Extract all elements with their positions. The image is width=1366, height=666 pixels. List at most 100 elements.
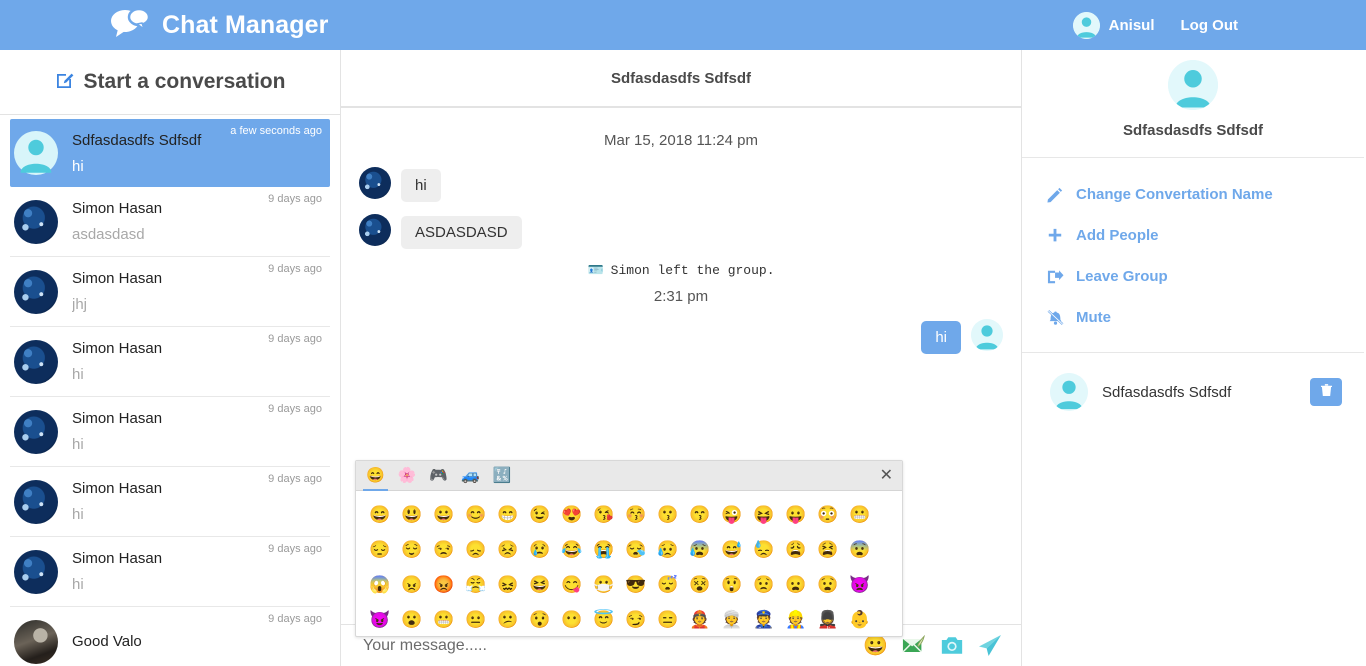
emoji-button[interactable]: 😚 [620, 497, 652, 532]
emoji-button[interactable]: 😁 [492, 497, 524, 532]
conversation-list-item[interactable]: Simon Hasanjhj9 days ago [10, 257, 330, 327]
emoji-button[interactable]: 😖 [492, 567, 524, 602]
nature-tab[interactable]: 🌸 [398, 468, 417, 483]
start-conversation-button[interactable]: Start a conversation [0, 50, 340, 115]
emoji-button[interactable]: 😀 [428, 497, 460, 532]
conversation-list-item[interactable]: Sdfasdasdfs Sdfsdfhia few seconds ago [10, 119, 330, 187]
emoji-button[interactable]: 👿 [844, 567, 876, 602]
attach-note-icon[interactable] [902, 635, 926, 656]
conversation-list[interactable]: Sdfasdasdfs Sdfsdfhia few seconds agoSim… [0, 115, 340, 666]
delete-member-button[interactable] [1310, 378, 1342, 406]
emoji-button[interactable]: 😯 [524, 602, 556, 636]
emoji-button[interactable]: 😥 [652, 532, 684, 567]
emoji-button[interactable]: 😙 [684, 497, 716, 532]
conversation-list-item[interactable]: Simon Hasanhi9 days ago [10, 327, 330, 397]
emoji-button[interactable]: 😣 [492, 532, 524, 567]
emoji-button[interactable]: 😴 [652, 567, 684, 602]
user-menu[interactable]: Anisul [1073, 12, 1155, 39]
emoji-button[interactable]: 😭 [588, 532, 620, 567]
emoji-button[interactable]: 😄 [364, 497, 396, 532]
emoji-button[interactable]: 💂 [812, 602, 844, 636]
emoji-button[interactable]: 😝 [748, 497, 780, 532]
emoji-button[interactable]: 😏 [620, 602, 652, 636]
emoji-button[interactable]: 👮 [748, 602, 780, 636]
emoji-button[interactable]: 😉 [524, 497, 556, 532]
emoji-button[interactable]: 😋 [556, 567, 588, 602]
emoji-button[interactable]: 😓 [748, 532, 780, 567]
emoji-category-tabs[interactable]: 😄 🌸 🎮 🚙 🔣 ✕ [356, 461, 902, 491]
emoji-button[interactable]: 😞 [460, 532, 492, 567]
emoji-button[interactable]: 😱 [364, 567, 396, 602]
leave-group-button[interactable]: Leave Group [1022, 256, 1364, 297]
conversation-body: Good Valo [72, 633, 324, 650]
travel-tab[interactable]: 🚙 [461, 468, 480, 483]
emoji-button[interactable]: 😡 [428, 567, 460, 602]
camera-icon[interactable] [940, 635, 964, 656]
emoji-button[interactable]: 😒 [428, 532, 460, 567]
symbols-tab[interactable]: 🔣 [493, 468, 512, 483]
emoji-button[interactable]: 😊 [460, 497, 492, 532]
emoji-button[interactable]: 😂 [556, 532, 588, 567]
mute-button[interactable]: Mute [1022, 297, 1364, 338]
change-conversation-name-button[interactable]: Change Convertation Name [1022, 174, 1364, 215]
emoji-button[interactable]: 😆 [524, 567, 556, 602]
logout-button[interactable]: Log Out [1181, 17, 1238, 34]
smileys-tab[interactable]: 😄 [366, 468, 385, 483]
emoji-button[interactable]: 😘 [588, 497, 620, 532]
emoji-button[interactable]: 😕 [492, 602, 524, 636]
emoji-picker[interactable]: 😄🌸🎮🚙🔣✕ 😄😃😀😊😁😉😍😘😚😗😙😜😝😛😳😬😔😌😒😞😣😢😂😭😪😥😰😅😓😩😫😨😱… [355, 460, 903, 637]
emoji-button[interactable]: 😦 [780, 567, 812, 602]
close-icon[interactable]: ✕ [880, 468, 893, 484]
emoji-button[interactable]: 😎 [620, 567, 652, 602]
emoji-button[interactable]: 👶 [844, 602, 876, 636]
emoji-button[interactable]: 😰 [684, 532, 716, 567]
emoji-grid[interactable]: 😄😃😀😊😁😉😍😘😚😗😙😜😝😛😳😬😔😌😒😞😣😢😂😭😪😥😰😅😓😩😫😨😱😠😡😤😖😆😋😷… [356, 491, 902, 636]
emoji-button[interactable]: 😬 [844, 497, 876, 532]
emoji-button[interactable]: 😗 [652, 497, 684, 532]
emoji-button[interactable]: 😛 [780, 497, 812, 532]
emoji-button[interactable]: 😢 [524, 532, 556, 567]
emoji-button[interactable]: 😷 [588, 567, 620, 602]
emoji-button[interactable]: 😟 [748, 567, 780, 602]
emoji-button[interactable]: 😩 [780, 532, 812, 567]
message-row-outgoing: hi [359, 319, 1003, 354]
emoji-button[interactable]: 😅 [716, 532, 748, 567]
emoji-button[interactable]: 😐 [460, 602, 492, 636]
conversation-list-item[interactable]: Simon Hasanasdasdasd9 days ago [10, 187, 330, 257]
emoji-button[interactable]: 😪 [620, 532, 652, 567]
emoji-button[interactable]: 😬 [428, 602, 460, 636]
emoji-picker-button[interactable]: 😀 [863, 636, 888, 656]
conversation-list-item[interactable]: Good Valo9 days ago [10, 607, 330, 666]
emoji-button[interactable]: 😨 [844, 532, 876, 567]
emoji-button[interactable]: 😮 [396, 602, 428, 636]
activities-tab[interactable]: 🎮 [429, 468, 448, 483]
emoji-button[interactable]: 😫 [812, 532, 844, 567]
emoji-button[interactable]: 😔 [364, 532, 396, 567]
emoji-button[interactable]: 😧 [812, 567, 844, 602]
conversation-snippet: hi [72, 506, 324, 523]
emoji-button[interactable]: 😈 [364, 602, 396, 636]
emoji-button[interactable]: 😲 [716, 567, 748, 602]
message-input[interactable] [363, 637, 849, 655]
emoji-button[interactable]: 😠 [396, 567, 428, 602]
emoji-button[interactable]: 😑 [652, 602, 684, 636]
avatar [359, 214, 391, 246]
conversation-list-item[interactable]: Simon Hasanhi9 days ago [10, 397, 330, 467]
emoji-button[interactable]: 👳 [716, 602, 748, 636]
emoji-button[interactable]: 👷 [780, 602, 812, 636]
brand[interactable]: Chat Manager [110, 8, 329, 43]
add-people-button[interactable]: Add People [1022, 215, 1364, 256]
conversation-list-item[interactable]: Simon Hasanhi9 days ago [10, 467, 330, 537]
emoji-button[interactable]: 😶 [556, 602, 588, 636]
emoji-button[interactable]: 😜 [716, 497, 748, 532]
emoji-button[interactable]: 😌 [396, 532, 428, 567]
emoji-button[interactable]: 😇 [588, 602, 620, 636]
emoji-button[interactable]: 😤 [460, 567, 492, 602]
emoji-button[interactable]: 😍 [556, 497, 588, 532]
emoji-button[interactable]: 😃 [396, 497, 428, 532]
conversation-list-item[interactable]: Simon Hasanhi9 days ago [10, 537, 330, 607]
emoji-button[interactable]: 😳 [812, 497, 844, 532]
emoji-button[interactable]: 😵 [684, 567, 716, 602]
emoji-button[interactable]: 👲 [684, 602, 716, 636]
send-icon[interactable] [978, 634, 1003, 657]
